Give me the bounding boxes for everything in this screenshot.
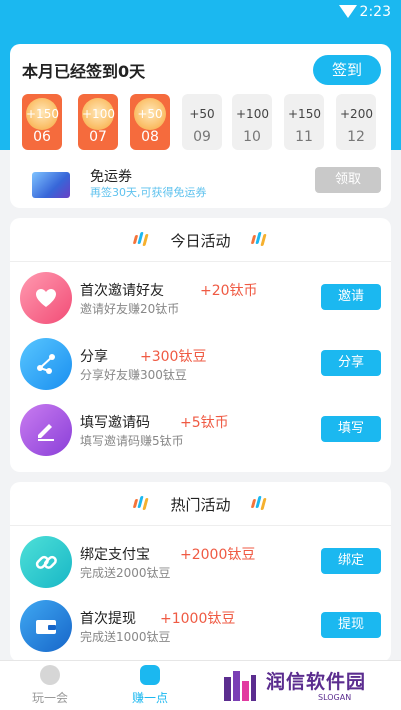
hot-activities-card: 热门活动 绑定支付宝 +2000钛豆 完成送2000钛豆 绑定 首次提现 +10…	[10, 482, 391, 662]
watermark-slogan: SLOGAN	[318, 693, 352, 702]
task-reward: +2000钛豆	[180, 547, 256, 563]
task-share: 分享 +300钛豆 分享好友赚300钛豆 分享	[10, 332, 391, 396]
heart-icon	[20, 272, 72, 324]
task-name: 分享	[80, 349, 108, 365]
section-title: 热门活动	[170, 496, 231, 514]
reward-amount: +100	[236, 107, 269, 121]
coin-icon: +150	[26, 98, 59, 130]
bind-button[interactable]: 绑定	[321, 548, 381, 574]
day-date: 10	[243, 129, 261, 145]
task-description: 分享好友赚300钛豆	[80, 368, 187, 382]
task-description: 完成送2000钛豆	[80, 566, 171, 580]
reward-amount: +150	[288, 107, 321, 121]
nav-label: 赚一点	[131, 691, 168, 705]
wifi-icon	[339, 5, 357, 18]
checkin-day-09: +50 09	[182, 94, 222, 150]
day-date: 08	[141, 129, 159, 145]
task-reward: +5钛币	[180, 415, 229, 431]
section-title: 今日活动	[170, 232, 231, 250]
task-reward: +300钛豆	[140, 349, 207, 365]
coin-icon: +50	[134, 98, 166, 130]
checkin-button[interactable]: 签到	[313, 55, 381, 85]
checkin-day-08: +50 08	[130, 94, 170, 150]
fill-code-button[interactable]: 填写	[321, 416, 381, 442]
task-reward: +1000钛豆	[160, 611, 236, 627]
task-name: 首次提现	[80, 611, 136, 627]
checkin-card: 本月已经签到0天 签到 +150 06 +100 07 +50 08 +50 0…	[10, 44, 391, 208]
coins-icon	[140, 665, 160, 685]
nav-label: 玩一会	[31, 691, 68, 705]
claim-ticket-button[interactable]: 领取	[315, 167, 381, 193]
checkin-day-07: +100 07	[78, 94, 118, 150]
link-icon	[20, 536, 72, 588]
task-bind-alipay: 绑定支付宝 +2000钛豆 完成送2000钛豆 绑定	[10, 530, 391, 594]
status-bar: 2:23	[0, 0, 401, 26]
watermark: 润信软件园 SLOGAN	[218, 663, 401, 710]
checkin-day-06: +150 06	[22, 94, 62, 150]
nav-earn[interactable]: 赚一点	[110, 661, 190, 710]
section-header: 热门活动	[10, 482, 391, 526]
checkin-title: 本月已经签到0天	[22, 62, 146, 81]
checkin-day-11: +150 11	[284, 94, 324, 150]
task-name: 绑定支付宝	[80, 547, 150, 563]
ticket-icon	[32, 172, 70, 198]
day-date: 09	[193, 129, 211, 145]
decoration-icon	[250, 496, 268, 510]
watermark-text: 润信软件园	[266, 671, 367, 693]
nav-play[interactable]: 玩一会	[10, 661, 90, 710]
task-description: 填写邀请码赚5钛币	[80, 434, 184, 448]
checkin-day-10: +100 10	[232, 94, 272, 150]
watermark-logo-icon	[224, 671, 256, 701]
checkin-day-12: +200 12	[336, 94, 376, 150]
task-enter-invite-code: 填写邀请码 +5钛币 填写邀请码赚5钛币 填写	[10, 398, 391, 462]
withdraw-button[interactable]: 提现	[321, 612, 381, 638]
today-activities-card: 今日活动 首次邀请好友 +20钛币 邀请好友赚20钛币 邀请 分享 +300钛豆…	[10, 218, 391, 472]
share-icon	[20, 338, 72, 390]
share-button[interactable]: 分享	[321, 350, 381, 376]
pen-icon	[20, 404, 72, 456]
task-first-withdraw: 首次提现 +1000钛豆 完成送1000钛豆 提现	[10, 594, 391, 658]
ticket-name: 免运券	[90, 169, 132, 185]
task-name: 首次邀请好友	[80, 283, 164, 299]
day-date: 11	[295, 129, 313, 145]
coin-icon: +100	[82, 98, 115, 130]
wallet-icon	[20, 600, 72, 652]
day-date: 12	[347, 129, 365, 145]
status-time: 2:23	[359, 4, 391, 20]
task-reward: +20钛币	[200, 283, 258, 299]
task-invite-friend: 首次邀请好友 +20钛币 邀请好友赚20钛币 邀请	[10, 266, 391, 330]
section-header: 今日活动	[10, 218, 391, 262]
clock-icon	[40, 665, 60, 685]
task-name: 填写邀请码	[80, 415, 150, 431]
ticket-description: 再签30天,可获得免运券	[90, 186, 207, 199]
task-description: 邀请好友赚20钛币	[80, 302, 180, 316]
day-date: 06	[33, 129, 51, 145]
task-description: 完成送1000钛豆	[80, 630, 171, 644]
invite-button[interactable]: 邀请	[321, 284, 381, 310]
reward-amount: +200	[340, 107, 373, 121]
reward-amount: +50	[189, 107, 215, 121]
decoration-icon	[250, 232, 268, 246]
day-date: 07	[89, 129, 107, 145]
